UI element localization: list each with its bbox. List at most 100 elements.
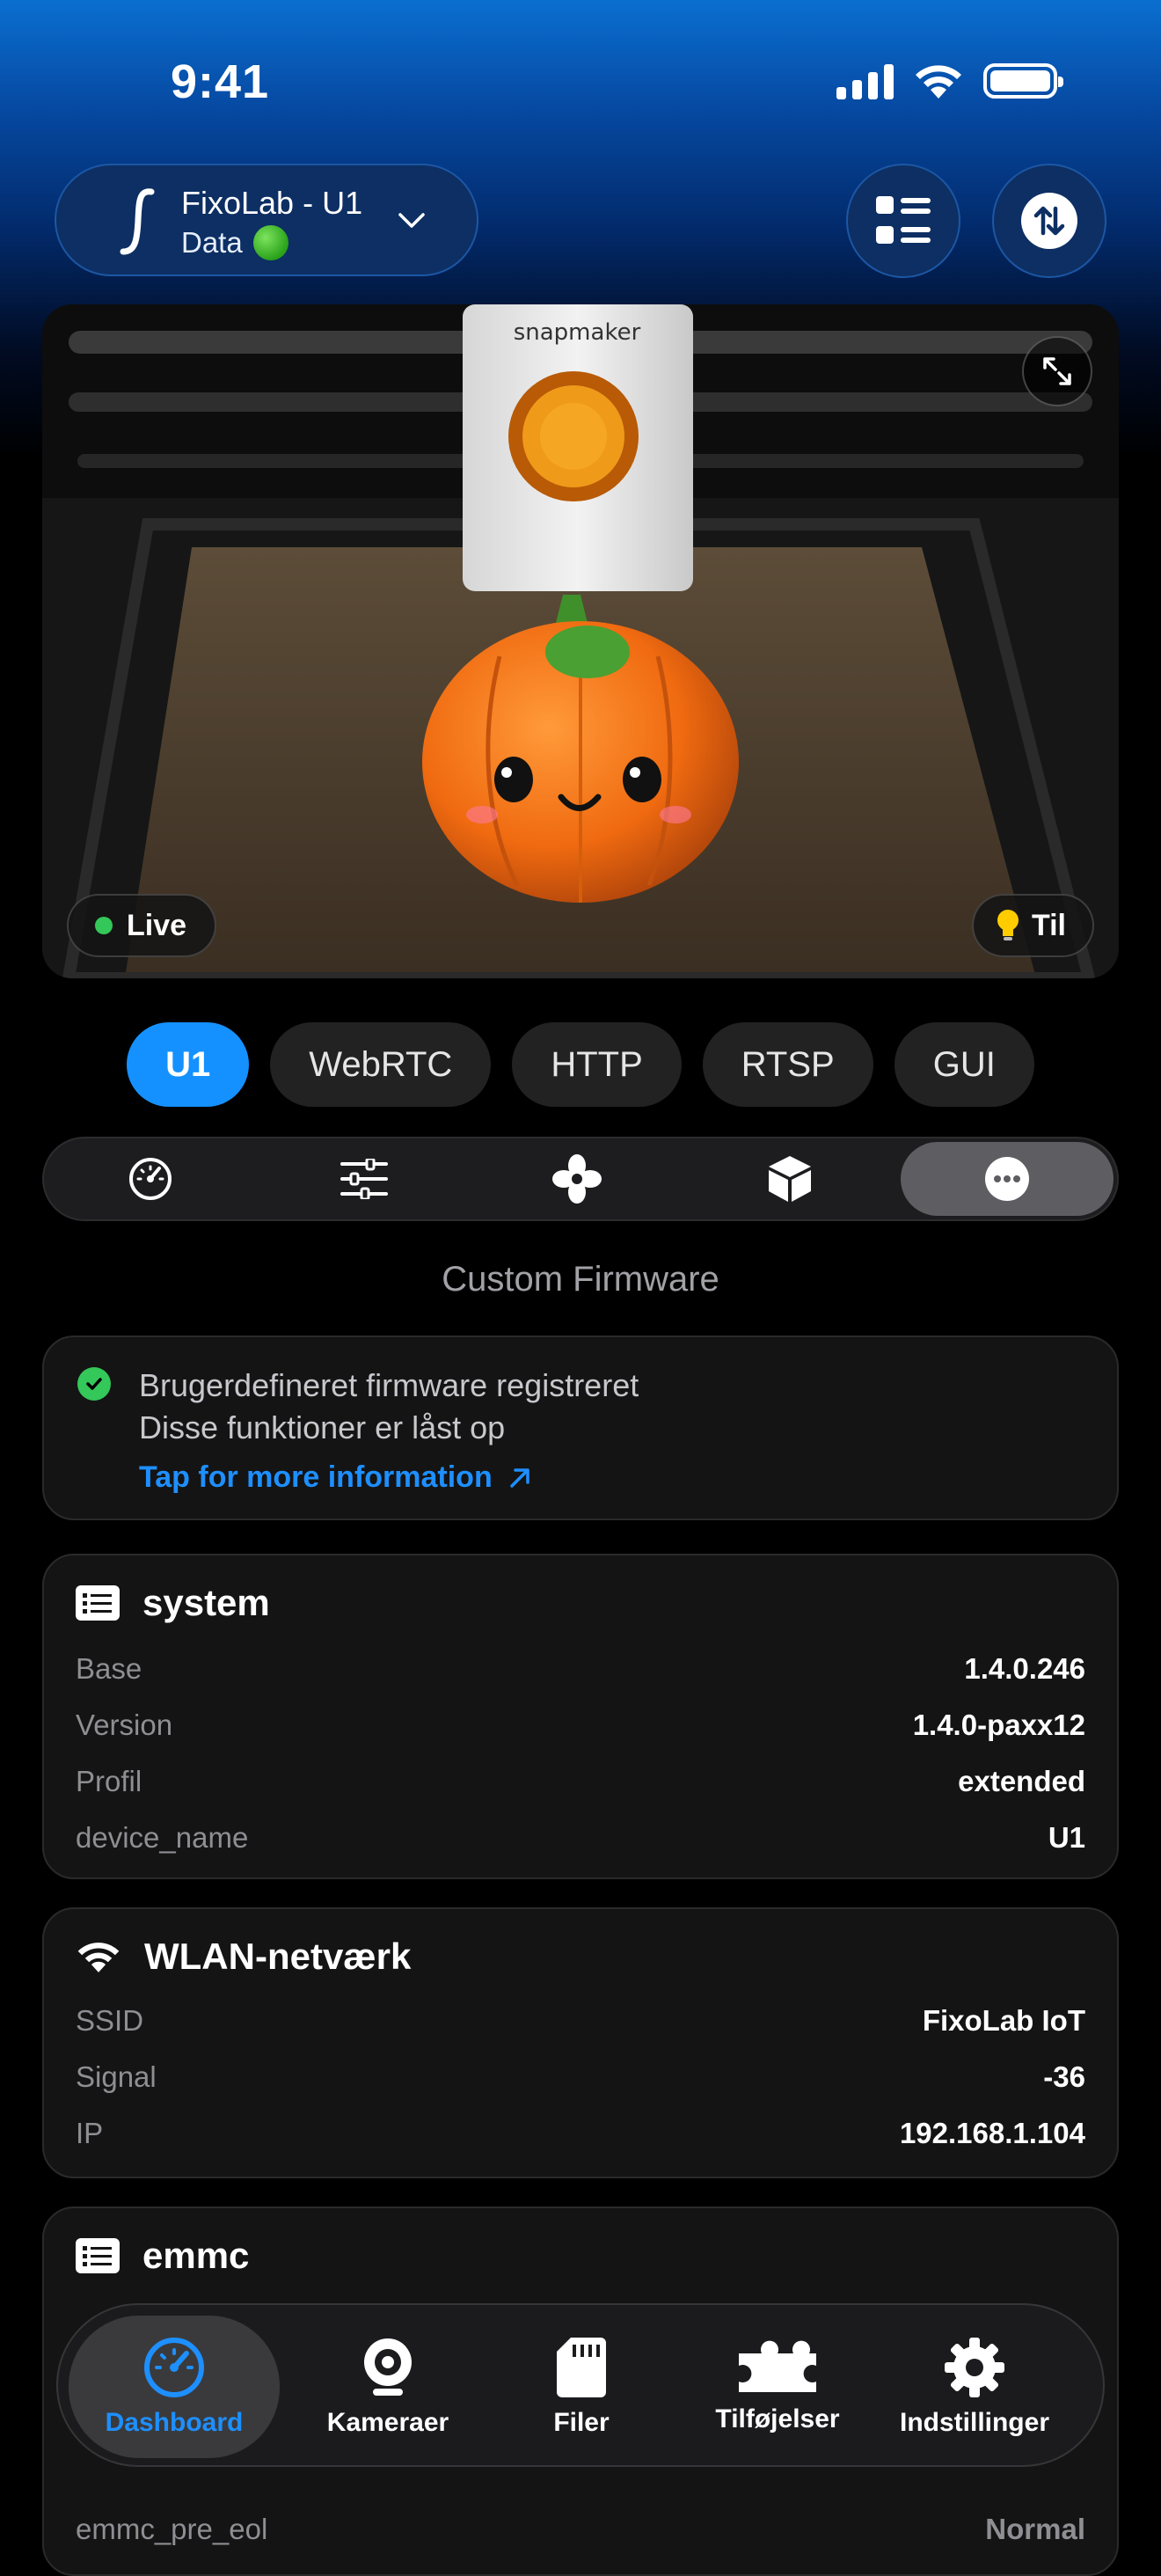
tab-label: Indstillinger — [899, 2408, 1049, 2437]
wlan-title: WLAN-netværk — [144, 1936, 412, 1977]
checkmark-icon — [77, 1367, 111, 1401]
row-value: 192.168.1.104 — [899, 2117, 1085, 2149]
light-toggle[interactable]: Til — [971, 894, 1094, 957]
tab-bar: Dashboard Kameraer Filer Tilføjelser Ind… — [56, 2303, 1105, 2467]
connection-label: Data — [181, 226, 243, 259]
cellular-signal-icon — [836, 62, 894, 99]
row-value: 1.4.0.246 — [964, 1652, 1085, 1685]
wlan-row: Signal -36 — [76, 2055, 1085, 2099]
live-dot-icon — [95, 917, 113, 934]
wlan-row: SSID FixoLab IoT — [76, 1999, 1085, 2043]
segment-fans[interactable] — [471, 1138, 683, 1219]
tab-dashboard[interactable]: Dashboard — [69, 2316, 280, 2458]
stream-tab-rtsp[interactable]: RTSP — [702, 1022, 873, 1107]
printer-name: FixoLab - U1 — [181, 185, 363, 221]
camera-feed[interactable]: snapmaker Live Til — [42, 304, 1119, 978]
segment-filament[interactable] — [683, 1138, 896, 1219]
wlan-card: WLAN-netværk SSID FixoLab IoT Signal -36 I… — [42, 1907, 1119, 2178]
stream-tab-webrtc[interactable]: WebRTC — [270, 1022, 492, 1107]
tab-label: Filer — [553, 2408, 610, 2437]
battery-icon — [983, 63, 1063, 99]
row-value: FixoLab IoT — [922, 2004, 1085, 2037]
printer-list-button[interactable] — [846, 164, 960, 278]
system-header: system — [76, 1582, 270, 1624]
row-key: Base — [76, 1652, 142, 1685]
connection-status: Data — [181, 225, 288, 260]
row-key: SSID — [76, 2004, 144, 2037]
tab-cameras[interactable]: Kameraer — [282, 2305, 493, 2469]
app-logo-icon — [120, 188, 155, 255]
sliders-icon — [340, 1159, 388, 1199]
status-time: 9:41 — [171, 55, 270, 108]
firmware-unlocked: Disse funktioner er låst op — [139, 1409, 506, 1445]
row-key: Signal — [76, 2060, 157, 2093]
system-row: Profil extended — [76, 1760, 1085, 1804]
webcam-icon — [364, 2338, 412, 2396]
row-key: device_name — [76, 1821, 249, 1854]
fullscreen-button[interactable] — [1022, 336, 1092, 406]
system-title: system — [142, 1582, 270, 1623]
emmc-title: emmc — [142, 2235, 250, 2276]
row-key: Profil — [76, 1765, 142, 1797]
system-row: device_name U1 — [76, 1816, 1085, 1860]
box-icon — [769, 1156, 812, 1202]
sd-card-icon — [557, 2338, 606, 2397]
section-segmented-control — [42, 1137, 1119, 1221]
gauge-icon — [144, 2338, 204, 2397]
list-box-icon — [76, 1585, 120, 1621]
transfer-button[interactable] — [992, 164, 1106, 278]
arrow-up-down-icon — [1033, 206, 1065, 236]
emmc-row: emmc_pre_eol Normal — [76, 2507, 1085, 2551]
row-value: 1.4.0-paxx12 — [912, 1709, 1085, 1741]
printer-selector[interactable]: FixoLab - U1 Data — [55, 164, 478, 276]
stream-tab-gui[interactable]: GUI — [894, 1022, 1034, 1107]
fan-icon — [552, 1154, 602, 1204]
wlan-header: WLAN-netværk — [76, 1936, 411, 1978]
more-info-label: Tap for more information — [139, 1460, 493, 1494]
segment-controls[interactable] — [257, 1138, 470, 1219]
light-label: Til — [1031, 908, 1066, 942]
firmware-card: Brugerdefineret firmware registreret Dis… — [42, 1336, 1119, 1520]
row-value: U1 — [1048, 1821, 1085, 1854]
wlan-row: IP 192.168.1.104 — [76, 2111, 1085, 2155]
stream-tabs: U1 WebRTC HTTP RTSP GUI — [0, 1022, 1161, 1107]
live-badge: Live — [67, 894, 217, 957]
tab-addons[interactable]: Tilføjelser — [672, 2305, 883, 2469]
row-value: extended — [958, 1765, 1085, 1797]
tab-settings[interactable]: Indstillinger — [869, 2305, 1080, 2469]
stream-tab-u1[interactable]: U1 — [127, 1022, 250, 1107]
section-title: Custom Firmware — [442, 1260, 719, 1299]
system-row: Base 1.4.0.246 — [76, 1647, 1085, 1691]
expand-icon — [1043, 357, 1071, 385]
arrow-up-right-icon — [509, 1467, 529, 1488]
wifi-icon — [77, 1943, 120, 1972]
tab-label: Kameraer — [326, 2408, 449, 2437]
tab-label: Dashboard — [105, 2408, 244, 2437]
connection-status-dot-icon — [252, 225, 288, 260]
row-key: emmc_pre_eol — [76, 2513, 268, 2545]
list-icon — [876, 196, 931, 244]
stream-tab-http[interactable]: HTTP — [512, 1022, 682, 1107]
list-box-icon — [76, 2238, 120, 2273]
firmware-status: Brugerdefineret firmware registreret — [139, 1367, 639, 1403]
gauge-icon — [129, 1158, 172, 1200]
wifi-icon — [916, 65, 961, 99]
live-label: Live — [127, 908, 187, 942]
row-value: Normal — [985, 2513, 1085, 2545]
segment-gauge[interactable] — [44, 1138, 257, 1219]
chevron-down-icon — [398, 213, 425, 228]
puzzle-icon — [739, 2340, 816, 2392]
more-info-link[interactable]: Tap for more information — [139, 1460, 531, 1495]
row-key: IP — [76, 2117, 104, 2149]
row-key: Version — [76, 1709, 173, 1741]
more-icon — [984, 1157, 1029, 1201]
camera-image: snapmaker — [42, 304, 1119, 978]
gear-icon — [945, 2338, 1004, 2397]
status-icons — [836, 62, 1063, 100]
lightbulb-icon — [997, 910, 1019, 940]
tab-files[interactable]: Filer — [476, 2305, 687, 2469]
tab-label: Tilføjelser — [715, 2404, 840, 2433]
system-row: Version 1.4.0-paxx12 — [76, 1703, 1085, 1747]
segment-more[interactable] — [900, 1142, 1114, 1216]
system-card: system Base 1.4.0.246 Version 1.4.0-paxx12… — [42, 1554, 1119, 1879]
